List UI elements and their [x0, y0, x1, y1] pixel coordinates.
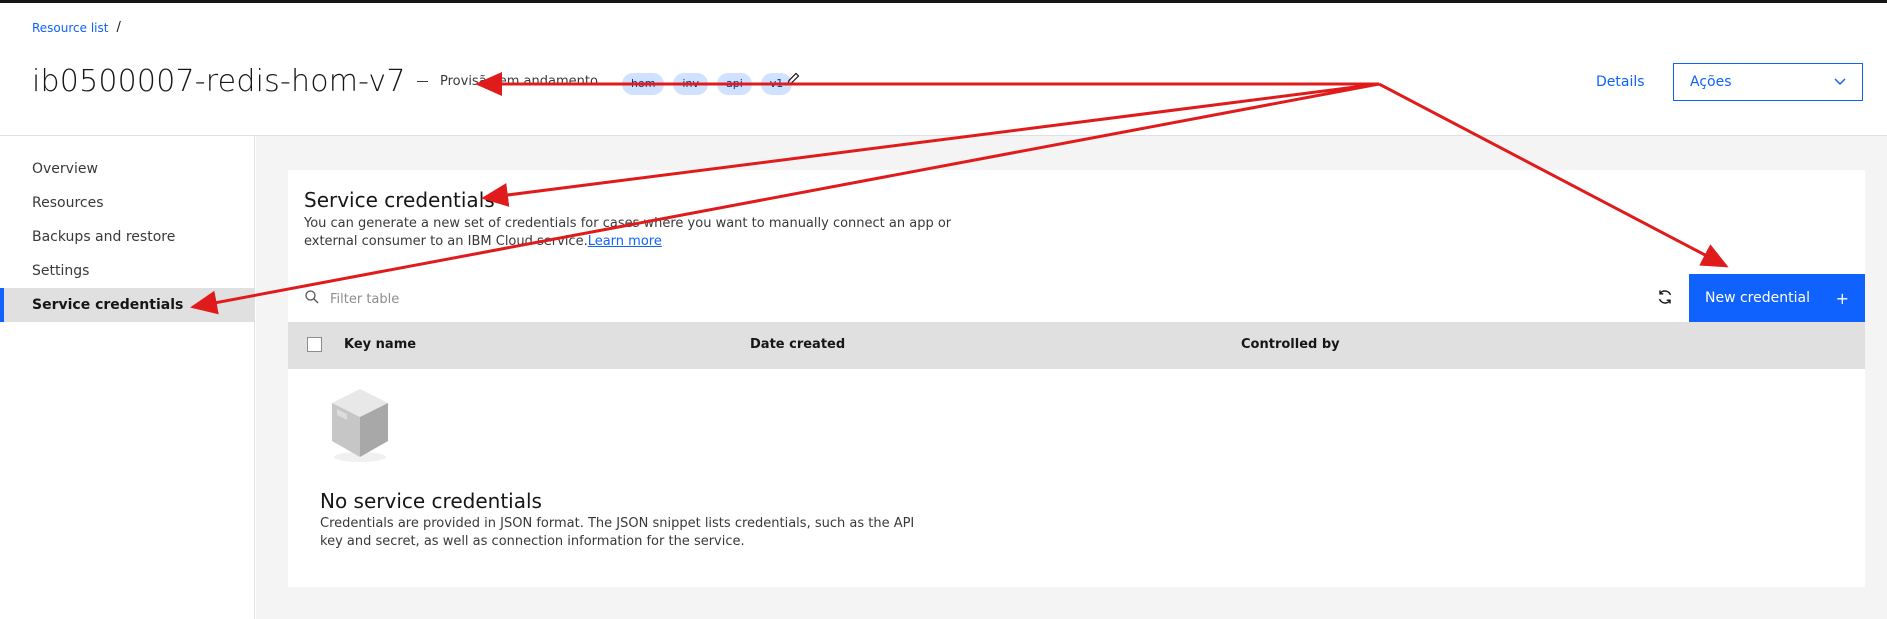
tag[interactable]: hom: [622, 73, 665, 95]
learn-more-link[interactable]: Learn more: [588, 234, 662, 249]
column-header-date-created[interactable]: Date created: [750, 337, 845, 352]
filter-input[interactable]: [328, 282, 932, 316]
edit-icon[interactable]: [785, 71, 801, 87]
section-title: Service credentials: [304, 188, 495, 212]
sidebar-item-resources[interactable]: Resources: [0, 186, 254, 220]
actions-dropdown-label: Ações: [1690, 74, 1732, 90]
page-title: ib0500007-redis-hom-v7: [32, 64, 406, 99]
chevron-down-icon: [1834, 78, 1846, 86]
status-dash: [417, 80, 428, 83]
empty-box-icon: [332, 389, 388, 462]
column-header-controlled-by[interactable]: Controlled by: [1241, 337, 1340, 352]
sidebar-item-settings[interactable]: Settings: [0, 254, 254, 288]
sidebar-item-service-credentials[interactable]: Service credentials: [0, 288, 254, 322]
breadcrumb: Resource list /: [32, 20, 121, 35]
sidebar-item-overview[interactable]: Overview: [0, 152, 254, 186]
new-credential-label: New credential: [1705, 290, 1810, 306]
section-description: You can generate a new set of credential…: [304, 215, 964, 251]
new-credential-button[interactable]: New credential +: [1689, 274, 1865, 322]
status-text-container: Provisão em andamento: [417, 74, 598, 89]
details-link[interactable]: Details: [1596, 74, 1645, 90]
sidebar-item-backups[interactable]: Backups and restore: [0, 220, 254, 254]
tag-list: hom inv api v1: [622, 73, 793, 95]
empty-state-description: Credentials are provided in JSON format.…: [320, 516, 915, 549]
select-all-checkbox[interactable]: [307, 337, 322, 352]
breadcrumb-separator: /: [116, 20, 121, 35]
breadcrumb-resource-list[interactable]: Resource list: [32, 21, 108, 35]
table-header: [288, 322, 1865, 369]
column-header-key-name[interactable]: Key name: [344, 337, 416, 352]
plus-icon: +: [1835, 288, 1849, 308]
tag[interactable]: inv: [673, 73, 708, 95]
search-icon: [305, 290, 319, 304]
status-text: Provisão em andamento: [440, 74, 598, 89]
refresh-icon[interactable]: [1656, 288, 1674, 306]
tag[interactable]: api: [716, 73, 752, 95]
actions-dropdown[interactable]: Ações: [1673, 63, 1863, 101]
empty-state-title: No service credentials: [320, 489, 542, 513]
top-border: [0, 0, 1887, 3]
